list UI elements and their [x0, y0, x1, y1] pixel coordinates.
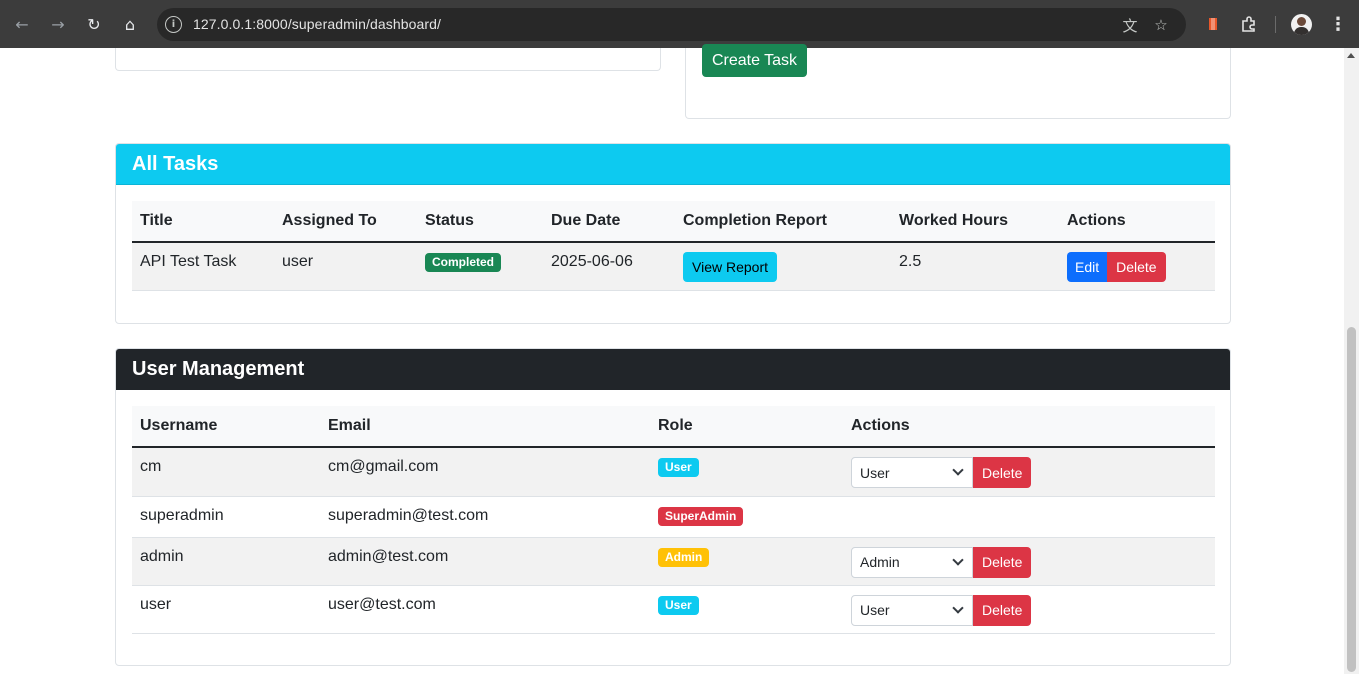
site-info-icon[interactable]: i [165, 16, 182, 33]
users-table-header-row: Username Email Role Actions [132, 406, 1215, 448]
browser-toolbar: ← → ↻ ⌂ i 127.0.0.1:8000/superadmin/dash… [0, 0, 1359, 48]
scrollbar-thumb[interactable] [1347, 327, 1356, 672]
user-email: cm@gmail.com [320, 447, 650, 497]
user-actions-cell [843, 496, 1215, 538]
user-management-header: User Management [116, 349, 1230, 390]
col-role: Role [650, 406, 843, 448]
all-tasks-card: All Tasks Title Assigned To Status Due D… [115, 143, 1231, 324]
role-select-value: User [860, 464, 890, 481]
delete-user-button[interactable]: Delete [973, 457, 1032, 488]
user-management-card: User Management Username Email Role Acti… [115, 348, 1231, 666]
user-role-cell: Admin [650, 537, 843, 586]
extension-icon[interactable] [1201, 12, 1225, 36]
table-row: user user@test.com User User Delete [132, 585, 1215, 634]
role-select[interactable]: Admin [851, 546, 973, 578]
task-assigned-to: user [274, 242, 417, 291]
role-select[interactable]: User [851, 457, 973, 488]
col-title: Title [132, 201, 274, 243]
col-actions: Actions [1059, 201, 1215, 243]
chevron-down-icon [952, 601, 964, 614]
table-row: API Test Task user Completed 2025-06-06 … [132, 242, 1215, 291]
user-username: admin [132, 537, 320, 586]
reload-icon[interactable]: ↻ [81, 11, 107, 37]
page-scrollbar[interactable] [1344, 48, 1359, 674]
avatar[interactable] [1291, 14, 1312, 35]
page-content: All Tasks Title Assigned To Status Due D… [0, 48, 1344, 674]
user-role-cell: User [650, 447, 843, 497]
tasks-table: Title Assigned To Status Due Date Comple… [132, 201, 1215, 291]
back-icon[interactable]: ← [9, 11, 35, 37]
scroll-up-icon[interactable] [1347, 53, 1355, 58]
col-completion-report: Completion Report [675, 201, 891, 243]
delete-user-button[interactable]: Delete [973, 594, 1032, 626]
home-icon[interactable]: ⌂ [117, 11, 143, 37]
star-icon[interactable]: ☆ [1150, 14, 1172, 36]
create-user-card [115, 48, 661, 71]
status-badge: Completed [425, 253, 502, 273]
edit-task-button[interactable]: Edit [1067, 252, 1108, 282]
role-select-value: Admin [860, 554, 900, 570]
role-badge: Admin [658, 547, 710, 567]
all-tasks-header: All Tasks [116, 144, 1230, 185]
address-bar[interactable]: i 127.0.0.1:8000/superadmin/dashboard/ 文… [157, 8, 1186, 41]
table-row: superadmin superadmin@test.com SuperAdmi… [132, 496, 1215, 538]
role-select-value: User [860, 602, 890, 618]
delete-user-button[interactable]: Delete [973, 546, 1032, 578]
col-due-date: Due Date [543, 201, 675, 243]
puzzle-icon[interactable] [1237, 12, 1261, 36]
user-email: superadmin@test.com [320, 496, 650, 538]
chevron-down-icon [952, 553, 964, 566]
role-select[interactable]: User [851, 594, 973, 626]
user-username: user [132, 585, 320, 634]
delete-task-button[interactable]: Delete [1107, 252, 1166, 282]
user-email: admin@test.com [320, 537, 650, 586]
user-email: user@test.com [320, 585, 650, 634]
col-worked-hours: Worked Hours [891, 201, 1059, 243]
col-email: Email [320, 406, 650, 448]
role-badge: User [658, 595, 699, 615]
task-worked-hours: 2.5 [891, 242, 1059, 291]
toolbar-separator [1275, 16, 1276, 33]
forward-icon[interactable]: → [45, 11, 71, 37]
col-username: Username [132, 406, 320, 448]
user-username: superadmin [132, 496, 320, 538]
view-report-button[interactable]: View Report [683, 252, 778, 282]
user-username: cm [132, 447, 320, 497]
chevron-down-icon [952, 464, 964, 476]
user-role-cell: User [650, 585, 843, 634]
task-report-cell: View Report [675, 242, 891, 291]
role-badge: User [658, 458, 699, 478]
user-actions-cell: User Delete [843, 447, 1215, 497]
col-assigned-to: Assigned To [274, 201, 417, 243]
user-actions-cell: Admin Delete [843, 537, 1215, 586]
task-actions-cell: Edit Delete [1059, 242, 1215, 291]
col-status: Status [417, 201, 543, 243]
user-role-cell: SuperAdmin [650, 496, 843, 538]
role-badge: SuperAdmin [658, 506, 744, 526]
menu-icon[interactable]: ⋮ [1327, 12, 1349, 36]
task-due-date: 2025-06-06 [543, 242, 675, 291]
create-task-button[interactable]: Create Task [702, 44, 807, 77]
tasks-table-header-row: Title Assigned To Status Due Date Comple… [132, 201, 1215, 243]
task-status-cell: Completed [417, 242, 543, 291]
table-row: cm cm@gmail.com User User Delete [132, 447, 1215, 497]
url-text[interactable]: 127.0.0.1:8000/superadmin/dashboard/ [193, 16, 441, 32]
task-title: API Test Task [132, 242, 274, 291]
table-row: admin admin@test.com Admin Admin Delete [132, 537, 1215, 586]
translate-icon[interactable]: 文 [1119, 14, 1141, 36]
user-actions-cell: User Delete [843, 585, 1215, 634]
col-user-actions: Actions [843, 406, 1215, 448]
users-table: Username Email Role Actions cm cm@gmail.… [132, 406, 1215, 634]
